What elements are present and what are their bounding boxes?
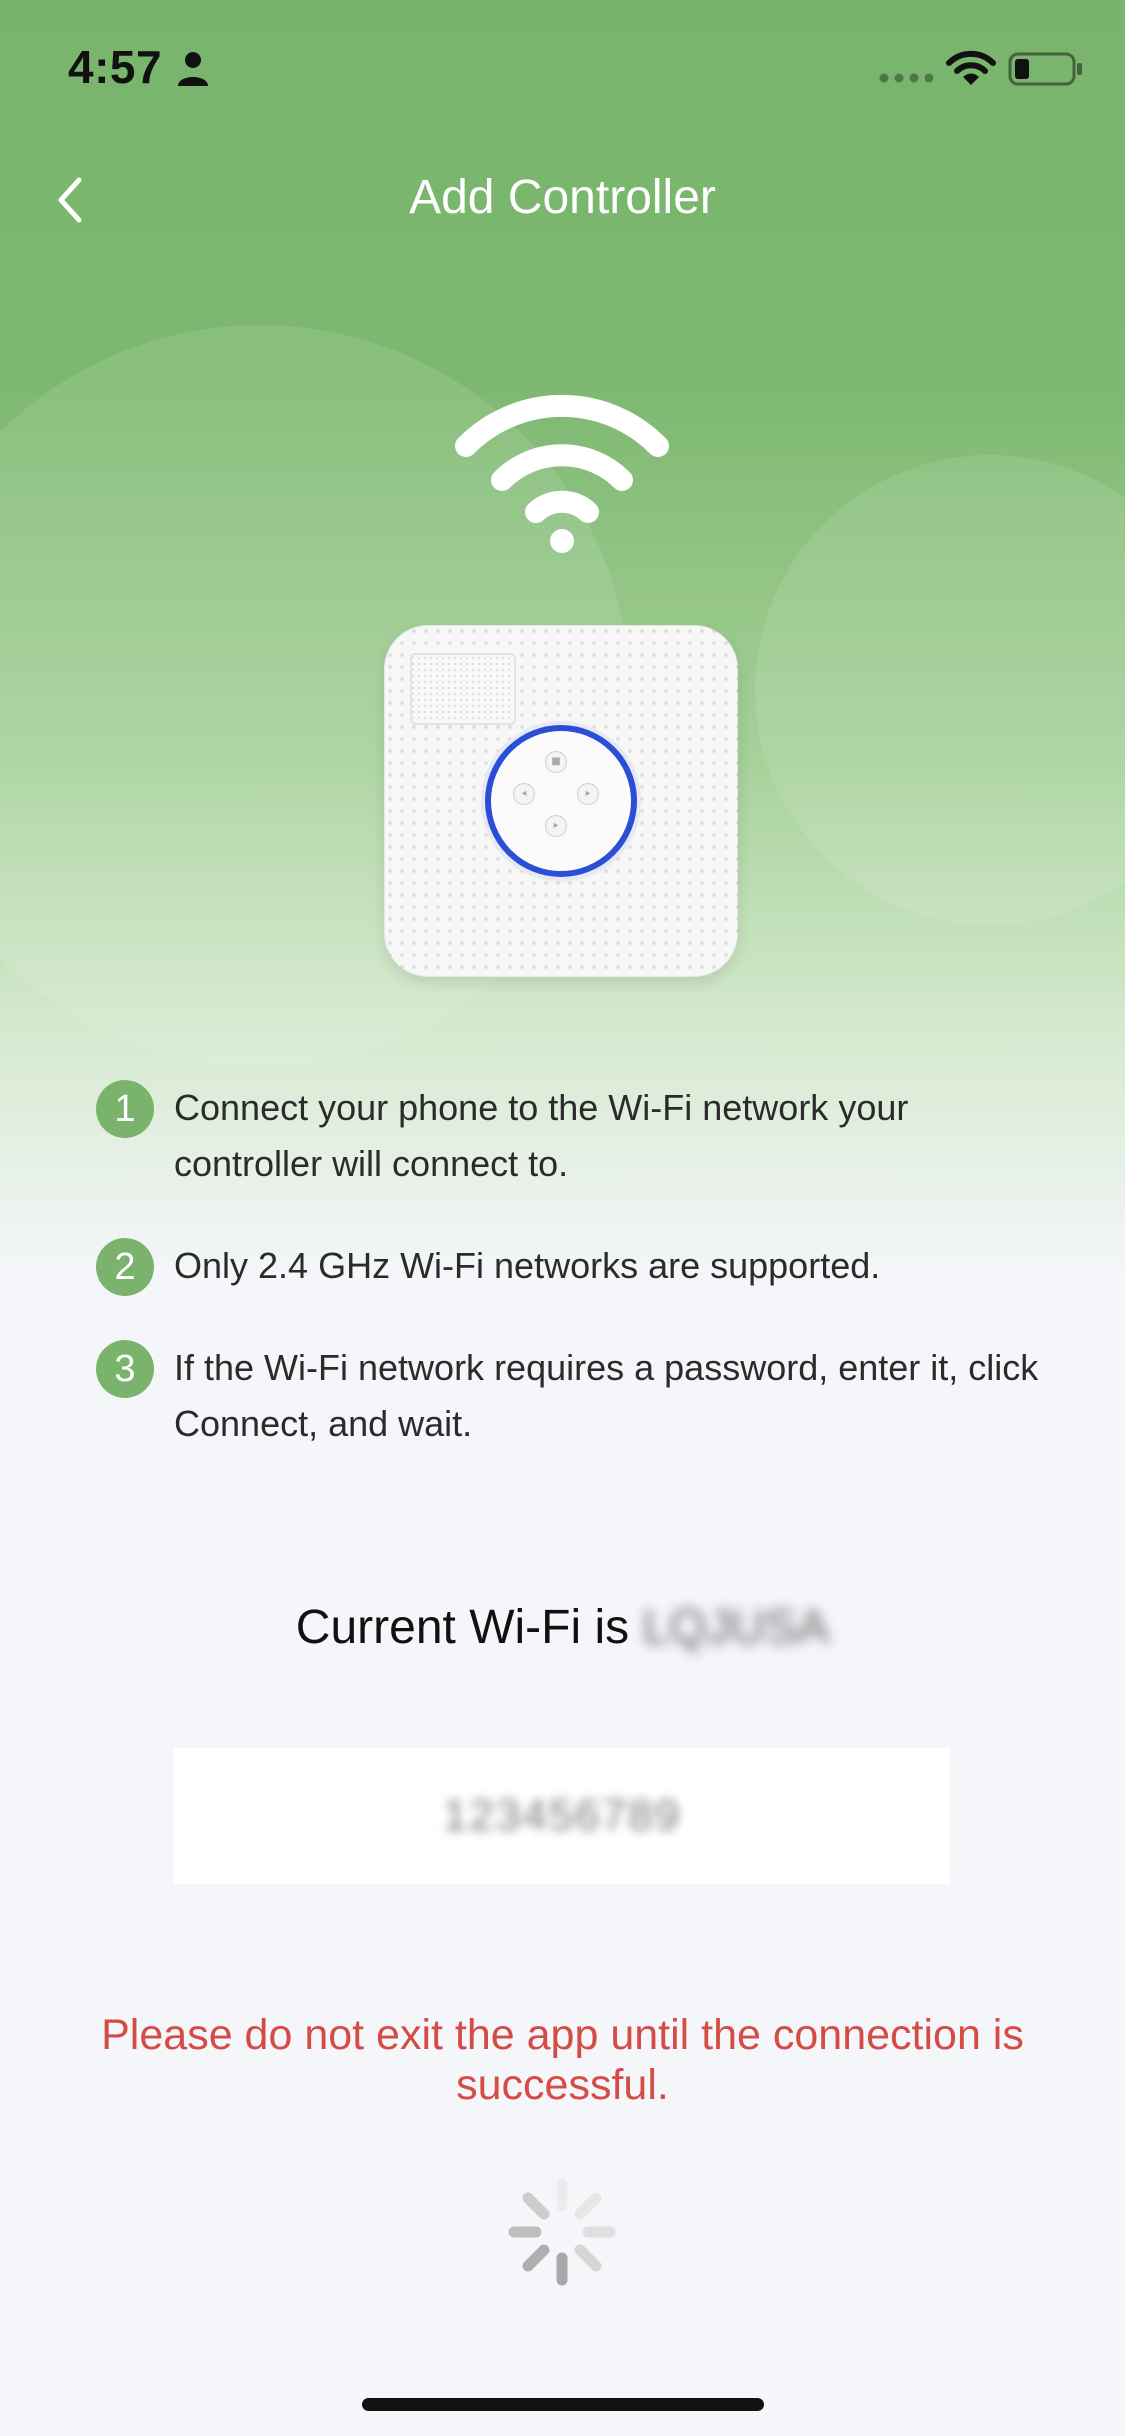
wifi-password-input[interactable]: 123456789	[174, 1748, 950, 1884]
step-text: Only 2.4 GHz Wi-Fi networks are supporte…	[174, 1245, 881, 1286]
person-icon	[178, 52, 208, 86]
home-indicator[interactable]	[362, 2398, 764, 2411]
instruction-step: 1 Connect your phone to the Wi-Fi networ…	[96, 1080, 1056, 1192]
password-value: 123456789	[442, 1791, 682, 1840]
page-title: Add Controller	[409, 171, 716, 224]
step-text: Connect your phone to the Wi-Fi network …	[174, 1087, 909, 1184]
device-label	[410, 653, 516, 725]
step-text: If the Wi-Fi network requires a password…	[174, 1347, 1039, 1444]
instructions-list: 1 Connect your phone to the Wi-Fi networ…	[96, 1080, 1056, 1498]
previous-icon: ◂	[513, 783, 535, 805]
status-bar: 4:57	[0, 0, 1125, 140]
wifi-icon	[455, 394, 669, 553]
spinner-icon	[508, 2178, 616, 2286]
wifi-ssid: LQJUSA	[642, 1601, 830, 1654]
status-time: 4:57	[68, 41, 163, 93]
instruction-step: 2 Only 2.4 GHz Wi-Fi networks are suppor…	[96, 1238, 1056, 1296]
step-number-badge: 1	[96, 1080, 154, 1138]
step-number-badge: 3	[96, 1340, 154, 1398]
stop-icon: ■	[545, 751, 567, 773]
controller-device-image: ■ ◂ ▸ ▸	[384, 625, 738, 977]
next-icon: ▸	[577, 783, 599, 805]
instruction-step: 3 If the Wi-Fi network requires a passwo…	[96, 1340, 1056, 1452]
warning-message: Please do not exit the app until the con…	[101, 2011, 1024, 2109]
device-dial: ■ ◂ ▸ ▸	[485, 725, 637, 877]
wifi-icon	[946, 50, 996, 85]
current-wifi-prefix: Current Wi-Fi is	[295, 1601, 630, 1654]
step-number-badge: 2	[96, 1238, 154, 1296]
current-wifi-label: Current Wi-Fi is LQJUSA	[0, 1600, 1125, 1655]
cellular-signal-icon	[879, 73, 934, 83]
decorative-circle	[755, 455, 1125, 925]
battery-icon	[1008, 52, 1082, 86]
play-pause-icon: ▸	[545, 815, 567, 837]
